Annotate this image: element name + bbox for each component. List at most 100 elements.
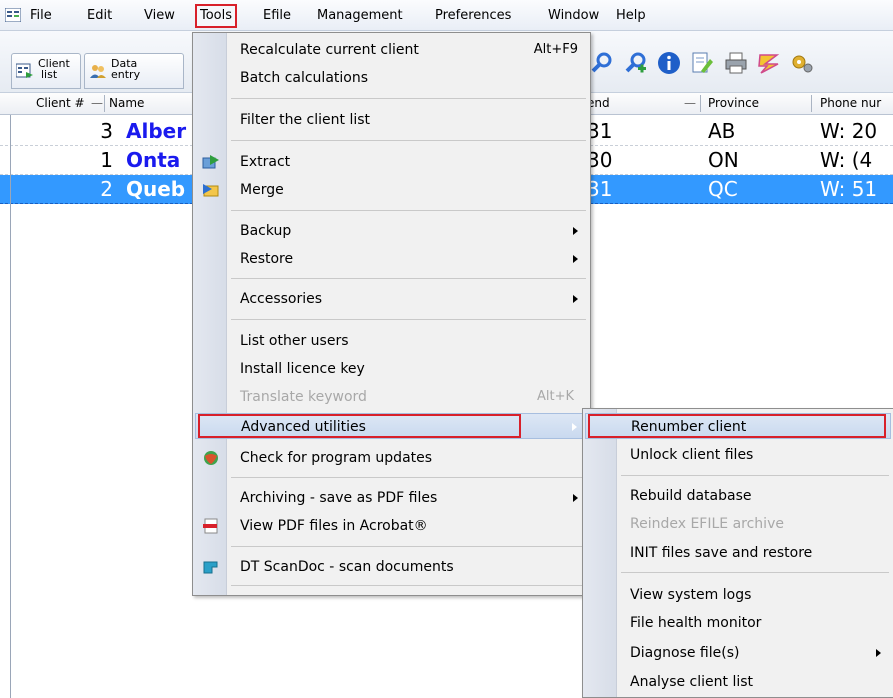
menu-item-label: DT ScanDoc - scan documents (240, 559, 454, 575)
submenu-arrow-icon (572, 423, 577, 431)
submenu-arrow-icon (876, 649, 881, 657)
col-client-number[interactable]: Client # (36, 96, 85, 110)
search-icon[interactable] (590, 51, 614, 75)
menu-separator (231, 477, 586, 478)
tab-client-list[interactable]: Client list (11, 53, 81, 89)
menu-item-analyse-client-list[interactable]: Analyse client list (585, 669, 891, 695)
menu-item-view-pdf[interactable]: View PDF files in Acrobat® (195, 513, 588, 539)
menu-item-restore[interactable]: Restore (195, 246, 588, 272)
client-number: 3 (100, 119, 113, 143)
client-phone: W: 51 (820, 177, 878, 201)
menu-item-label: Translate keyword (240, 389, 367, 405)
menu-item-dt-scandoc[interactable]: DT ScanDoc - scan documents (195, 554, 588, 580)
menu-item-label: Diagnose file(s) (630, 645, 740, 661)
client-province: ON (708, 148, 739, 172)
menu-item-install-licence-key[interactable]: Install licence key (195, 356, 588, 382)
menu-view[interactable]: View (138, 6, 181, 26)
menu-item-label: Rebuild database (630, 488, 752, 504)
col-name[interactable]: Name (109, 96, 144, 110)
col-separator-2[interactable] (700, 95, 701, 112)
menu-item-file-health-monitor[interactable]: File health monitor (585, 610, 891, 636)
lightning-icon[interactable] (757, 51, 781, 75)
menu-tools[interactable]: Tools (195, 4, 238, 28)
menu-item-reindex-efile-archive: Reindex EFILE archive (585, 511, 891, 537)
menu-separator (231, 546, 586, 547)
client-number: 1 (100, 148, 113, 172)
merge-icon (203, 184, 219, 197)
submenu-arrow-icon (573, 494, 578, 502)
menu-item-list-other-users[interactable]: List other users (195, 328, 588, 354)
menu-item-filter-client-list[interactable]: Filter the client list (195, 107, 588, 133)
menu-item-extract[interactable]: Extract (195, 149, 588, 175)
client-number: 2 (100, 177, 113, 201)
menu-separator (231, 98, 586, 99)
menu-item-merge[interactable]: Merge (195, 177, 588, 203)
advanced-utilities-submenu: Renumber client Unlock client files Rebu… (582, 408, 893, 698)
menu-item-archiving-pdf[interactable]: Archiving - save as PDF files (195, 485, 588, 511)
client-name: Queb (126, 177, 186, 201)
update-globe-icon (204, 451, 218, 465)
client-list-icon (16, 63, 33, 78)
menu-item-check-updates[interactable]: Check for program updates (195, 445, 588, 471)
menu-management[interactable]: Management (311, 6, 409, 26)
menu-separator (231, 585, 586, 586)
submenu-arrow-icon (573, 295, 578, 303)
menu-edit[interactable]: Edit (81, 6, 118, 26)
edit-document-icon[interactable] (690, 51, 714, 75)
submenu-arrow-icon (573, 255, 578, 263)
scandoc-icon (203, 561, 218, 574)
gears-icon[interactable] (790, 51, 814, 75)
menu-help[interactable]: Help (610, 6, 652, 26)
info-icon[interactable] (657, 51, 681, 75)
menu-item-accessories[interactable]: Accessories (195, 286, 588, 312)
col-phone[interactable]: Phone nur (820, 96, 881, 110)
menu-item-label: List other users (240, 333, 349, 349)
col-separator-3[interactable] (811, 95, 812, 112)
menu-item-diagnose-files[interactable]: Diagnose file(s) (585, 640, 891, 666)
client-name: Onta (126, 148, 181, 172)
menu-item-label: Accessories (240, 291, 323, 307)
client-phone: W: 20 (820, 119, 878, 143)
col-province[interactable]: Province (708, 96, 759, 110)
client-province: AB (708, 119, 736, 143)
menu-preferences[interactable]: Preferences (429, 6, 517, 26)
menu-item-backup[interactable]: Backup (195, 218, 588, 244)
menu-item-renumber-client[interactable]: Renumber client (585, 413, 891, 439)
menu-file[interactable]: File (24, 6, 58, 26)
client-province: QC (708, 177, 738, 201)
menu-item-translate-keyword: Translate keyword Alt+K (195, 384, 588, 410)
col-separator[interactable] (104, 95, 105, 112)
menu-item-label: INIT files save and restore (630, 545, 813, 561)
menu-separator (621, 572, 889, 573)
menu-item-label: Archiving - save as PDF files (240, 490, 438, 506)
menu-item-init-files[interactable]: INIT files save and restore (585, 540, 891, 566)
menu-bar: File Edit View Tools Efile Management Pr… (0, 0, 893, 31)
menu-item-label: File health monitor (630, 615, 762, 631)
menu-item-view-system-logs[interactable]: View system logs (585, 582, 891, 608)
search-add-icon[interactable] (624, 51, 648, 75)
tab-data-entry-line2: entry (111, 68, 141, 81)
col-sort-indicator-2: — (684, 96, 696, 110)
menu-item-label: View system logs (630, 587, 752, 603)
tools-menu: Recalculate current client Alt+F9 Batch … (192, 32, 591, 596)
menu-window[interactable]: Window (542, 6, 605, 26)
menu-item-label: Advanced utilities (241, 419, 366, 435)
people-icon (90, 65, 106, 78)
menu-efile[interactable]: Efile (257, 6, 297, 26)
menu-item-recalculate[interactable]: Recalculate current client Alt+F9 (195, 37, 588, 63)
menu-item-label: Reindex EFILE archive (630, 516, 784, 532)
tab-data-entry[interactable]: Data entry (84, 53, 184, 89)
menu-item-label: Merge (240, 182, 284, 198)
pdf-icon (203, 518, 218, 534)
menu-separator (231, 319, 586, 320)
menu-item-unlock-client-files[interactable]: Unlock client files (585, 442, 891, 468)
menu-item-label: Backup (240, 223, 292, 239)
menu-item-label: Filter the client list (240, 112, 371, 128)
printer-icon[interactable] (724, 51, 748, 75)
menu-item-rebuild-database[interactable]: Rebuild database (585, 483, 891, 509)
menu-item-label: Install licence key (240, 361, 365, 377)
menu-item-advanced-utilities[interactable]: Advanced utilities (195, 413, 588, 439)
menu-item-batch-calculations[interactable]: Batch calculations (195, 65, 588, 91)
menu-item-label: Extract (240, 154, 291, 170)
menu-separator (231, 210, 586, 211)
